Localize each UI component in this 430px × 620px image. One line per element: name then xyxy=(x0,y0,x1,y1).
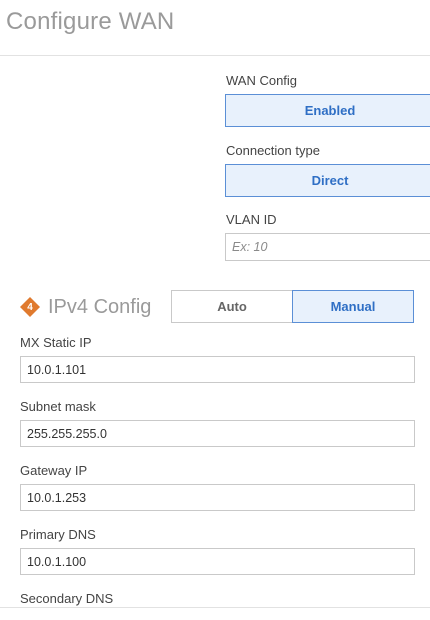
wan-config-toggle[interactable]: Enabled xyxy=(225,94,430,127)
connection-type-label: Connection type xyxy=(226,143,320,158)
subnet-mask-input[interactable]: 255.255.255.0 xyxy=(20,420,415,447)
wan-config-label: WAN Config xyxy=(226,73,298,88)
configure-wan-page: Configure WAN WAN Config Enabled Connect… xyxy=(0,0,430,620)
ipv4-mode-auto-button[interactable]: Auto xyxy=(171,290,293,323)
page-title: Configure WAN xyxy=(6,8,175,35)
vlan-id-input[interactable]: Ex: 10 xyxy=(225,233,430,261)
subnet-mask-label: Subnet mask xyxy=(20,399,96,414)
gateway-ip-label: Gateway IP xyxy=(20,463,88,478)
mx-static-ip-label: MX Static IP xyxy=(20,335,92,350)
ipv4-mode-manual-button[interactable]: Manual xyxy=(292,290,414,323)
secondary-dns-label: Secondary DNS xyxy=(20,591,114,606)
gateway-ip-input[interactable]: 10.0.1.253 xyxy=(20,484,415,511)
mx-static-ip-input[interactable]: 10.0.1.101 xyxy=(20,356,415,383)
step-number-icon: 4 xyxy=(20,297,40,317)
step-number: 4 xyxy=(27,301,33,313)
title-divider xyxy=(0,55,430,56)
ipv4-config-header: 4 IPv4 Config xyxy=(20,293,151,321)
bottom-divider xyxy=(0,607,430,608)
primary-dns-label: Primary DNS xyxy=(20,527,96,542)
vlan-id-label: VLAN ID xyxy=(226,212,277,227)
connection-type-toggle[interactable]: Direct xyxy=(225,164,430,197)
primary-dns-input[interactable]: 10.0.1.100 xyxy=(20,548,415,575)
ipv4-config-title: IPv4 Config xyxy=(48,295,152,318)
